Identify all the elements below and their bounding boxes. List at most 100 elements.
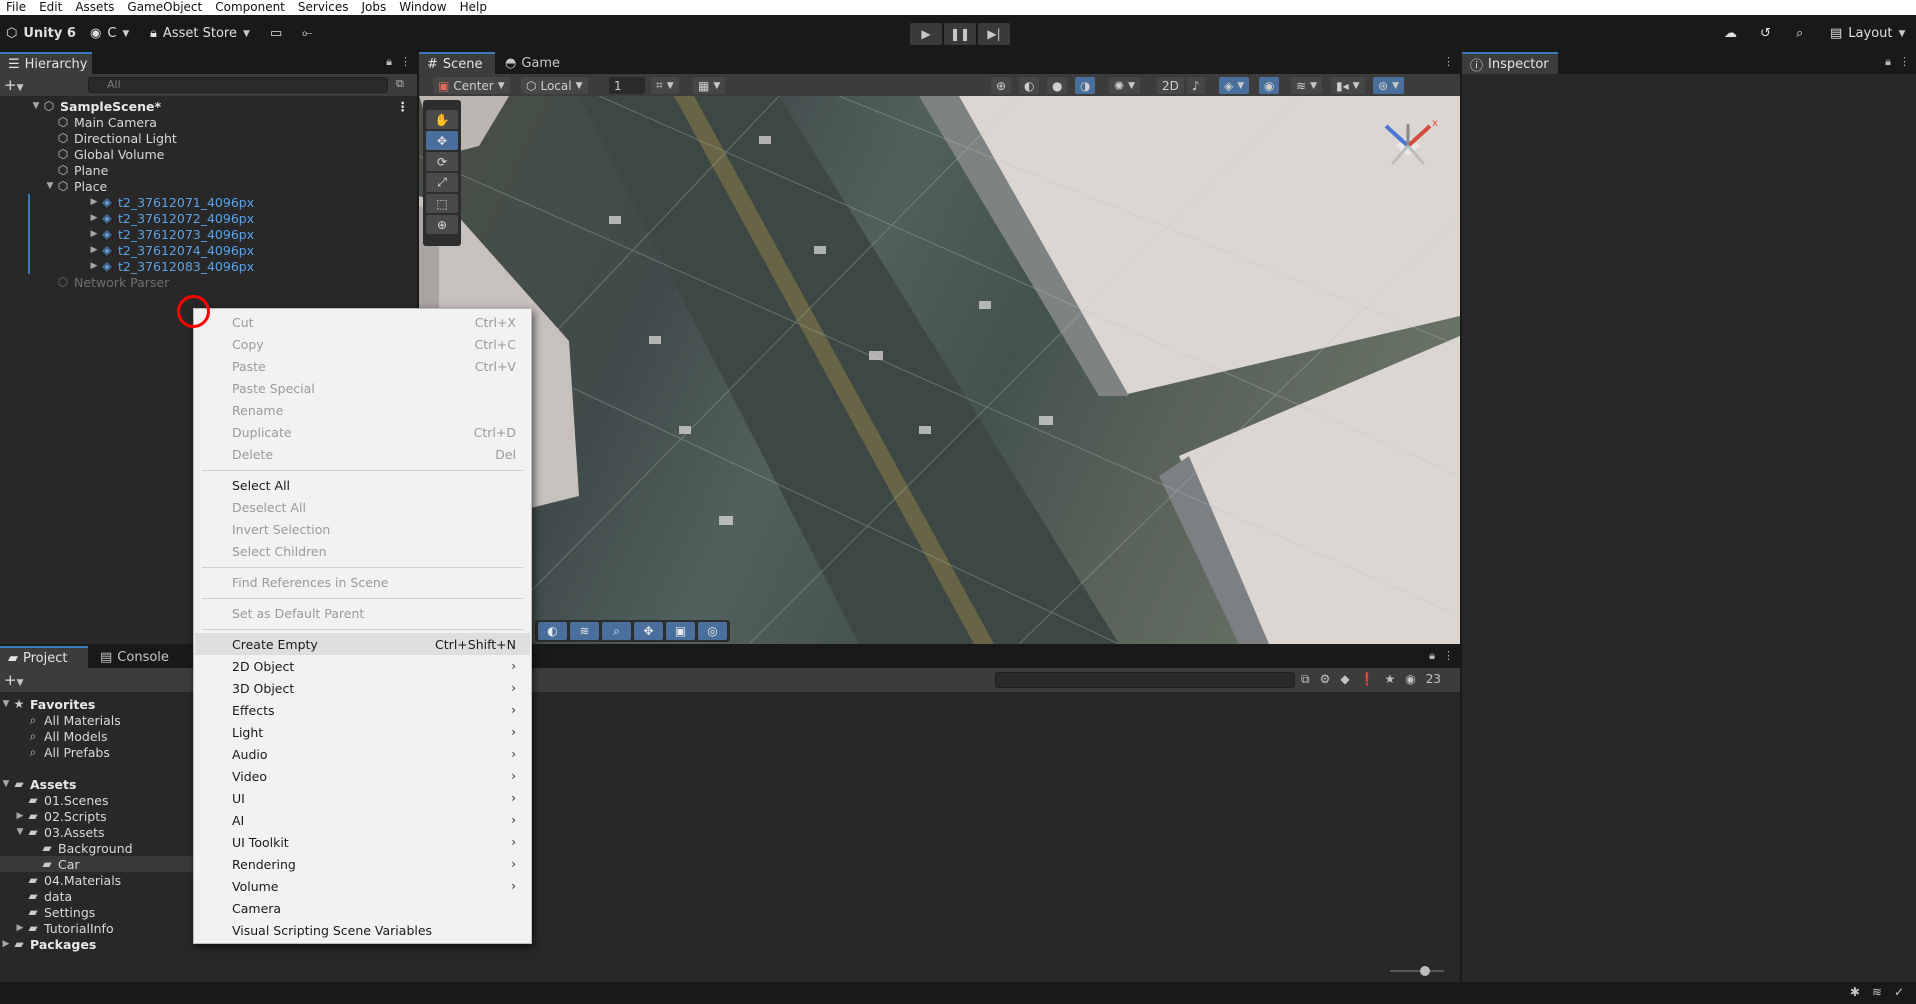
lighting-dropdown[interactable]: ✺ ▼ — [1109, 77, 1140, 94]
compass-icon[interactable]: ◎ — [698, 622, 727, 640]
menu-window[interactable]: Window — [393, 0, 453, 15]
debug-icon[interactable]: ✱ — [1850, 985, 1860, 999]
menu-item-select-all[interactable]: Select All — [195, 474, 530, 496]
orientation-gizmo[interactable]: x — [1368, 106, 1448, 186]
expand-arrow-icon[interactable]: ▶ — [0, 939, 12, 949]
global-shading-icon[interactable]: ⊕ — [991, 77, 1012, 94]
menu-item-ui-toolkit[interactable]: UI Toolkit › — [195, 831, 530, 853]
rotate-tool-icon[interactable]: ⟳ — [426, 152, 458, 171]
list-item[interactable]: ▰ 01.Scenes — [0, 792, 205, 808]
hierarchy-search-input[interactable]: All — [88, 77, 388, 93]
assets-row[interactable]: ▼ ▰ Assets — [0, 776, 205, 792]
packages-row[interactable]: ▶ ▰ Packages — [0, 936, 205, 952]
grid-visibility-dropdown[interactable]: ▦ ▼ — [693, 77, 726, 94]
star-icon[interactable]: ★ — [1385, 672, 1396, 687]
list-item[interactable]: ⌕ All Materials — [0, 712, 205, 728]
visibility-icon[interactable]: ◉ — [1259, 77, 1280, 94]
list-item[interactable]: ▼ ⬡ Place — [0, 178, 417, 194]
menu-item-effects[interactable]: Effects › — [195, 699, 530, 721]
list-item[interactable]: ▰ Car — [0, 856, 205, 872]
gizmos-dropdown[interactable]: ⊛ ▼ — [1373, 77, 1404, 94]
menu-item-volume[interactable]: Volume › — [195, 875, 530, 897]
menu-item-deselect-all[interactable]: Deselect All — [195, 496, 530, 518]
menu-help[interactable]: Help — [454, 0, 494, 15]
wireframe-shading-icon[interactable]: ◐ — [1019, 77, 1040, 94]
shaded-icon[interactable]: ● — [1047, 77, 1068, 94]
menu-item-copy[interactable]: Copy Ctrl+C — [195, 333, 530, 355]
transform-tool-icon[interactable]: ⊕ — [426, 215, 458, 234]
expand-arrow-icon[interactable]: ▶ — [88, 213, 100, 223]
expand-arrow-icon[interactable]: ▼ — [0, 779, 12, 789]
2d-toggle-icon[interactable]: 2D — [1157, 77, 1184, 94]
menu-item-create-empty[interactable]: Create Empty Ctrl+Shift+N — [195, 633, 530, 655]
menu-edit[interactable]: Edit — [33, 0, 69, 15]
snap-grid-dropdown[interactable]: ⌗ ▼ — [651, 77, 679, 94]
menu-item-paste[interactable]: Paste Ctrl+V — [195, 355, 530, 377]
scene-root[interactable]: ▼ ⬡ SampleScene* ⋮ — [0, 98, 417, 114]
projection-label[interactable]: < Persp — [1363, 192, 1410, 206]
expand-arrow-icon[interactable]: ▼ — [0, 699, 12, 709]
menu-item-ui[interactable]: UI › — [195, 787, 530, 809]
menu-file[interactable]: File — [0, 0, 33, 15]
menu-item-video[interactable]: Video › — [195, 765, 530, 787]
pause-button[interactable]: ❚❚ — [944, 23, 976, 45]
more-icon[interactable]: ⋮ — [397, 99, 410, 114]
tab-scene[interactable]: # Scene — [419, 52, 495, 74]
list-item[interactable]: ▶ ◈ t2_37612072_4096px — [28, 210, 417, 226]
more-icon[interactable]: ⋮ — [1443, 649, 1454, 663]
menu-item-ai[interactable]: AI › — [195, 809, 530, 831]
more-icon[interactable]: ⋮ — [1443, 55, 1454, 68]
list-item[interactable]: ▶ ▰ 02.Scripts — [0, 808, 205, 824]
tab-hierarchy[interactable]: ☰ Hierarchy — [0, 52, 92, 74]
check-icon[interactable]: ✓ — [1894, 985, 1904, 999]
grid-size-input[interactable]: 1 — [609, 77, 645, 94]
project-search-input[interactable] — [995, 672, 1295, 688]
list-item[interactable]: ▰ Background — [0, 840, 205, 856]
menu-item-invert-selection[interactable]: Invert Selection — [195, 518, 530, 540]
list-item[interactable]: ▶ ◈ t2_37612074_4096px — [28, 242, 417, 258]
menu-item-3d-object[interactable]: 3D Object › — [195, 677, 530, 699]
search-icon[interactable]: ⌕ — [1796, 23, 1803, 44]
asset-store-dropdown[interactable]: 🔒︎ Asset Store ▼ — [150, 23, 250, 44]
expand-arrow-icon[interactable]: ▼ — [44, 181, 56, 191]
favorites-row[interactable]: ▼ ★ Favorites — [0, 696, 205, 712]
list-item[interactable]: ▶ ◈ t2_37612073_4096px — [28, 226, 417, 242]
drag-handle[interactable] — [426, 102, 458, 108]
more-icon[interactable]: ⋮ — [400, 55, 411, 69]
menu-item-visual-scripting-scene-variables[interactable]: Visual Scripting Scene Variables — [195, 919, 530, 941]
add-dropdown-button[interactable]: +▼ — [4, 76, 24, 94]
unity-version-button[interactable]: ⬡ Unity 6 — [6, 23, 76, 44]
tab-project[interactable]: ▰ Project — [0, 646, 88, 668]
list-item[interactable]: ▼ ▰ 03.Assets — [0, 824, 205, 840]
effects-dropdown[interactable]: ◈ ▼ — [1219, 77, 1250, 94]
move-icon[interactable]: ✥ — [634, 622, 663, 640]
play-button[interactable]: ▶ — [910, 23, 942, 45]
tab-game[interactable]: ◓ Game — [497, 52, 568, 74]
menu-gameobject[interactable]: GameObject — [121, 0, 209, 15]
menu-item-rendering[interactable]: Rendering › — [195, 853, 530, 875]
menu-item-select-children[interactable]: Select Children — [195, 540, 530, 562]
layers-dropdown[interactable]: ≋ ▼ — [1291, 77, 1322, 94]
list-item[interactable]: ⌕ All Prefabs — [0, 744, 205, 760]
menu-item-camera[interactable]: Camera — [195, 897, 530, 919]
expand-arrow-icon[interactable]: ▶ — [88, 197, 100, 207]
eye-icon[interactable]: ◉ — [1405, 672, 1415, 687]
tab-console[interactable]: ▤ Console — [92, 646, 177, 668]
pivot-dropdown[interactable]: ▣ Center ▼ — [433, 77, 510, 94]
menu-assets[interactable]: Assets — [69, 0, 121, 15]
version-control-icon[interactable]: ⟜ — [302, 23, 312, 44]
list-item[interactable]: ▰ 04.Materials — [0, 872, 205, 888]
layers-icon[interactable]: ≋ — [1872, 985, 1882, 999]
menu-item-2d-object[interactable]: 2D Object › — [195, 655, 530, 677]
package-icon[interactable]: ▭ — [270, 23, 282, 44]
list-item[interactable]: ▶ ◈ t2_37612083_4096px — [28, 258, 417, 274]
step-button[interactable]: ▶| — [978, 23, 1010, 45]
scene-viewport[interactable]: ✋ ✥ ⟳ ⤢ ⬚ ⊕ x < Persp ◐ ≋ ⌕ ✥ ▣ ◎ — [419, 96, 1460, 644]
tab-inspector[interactable]: ⓘ Inspector — [1462, 52, 1558, 74]
zoom-slider[interactable] — [1390, 966, 1444, 976]
expand-arrow-icon[interactable]: ▼ — [14, 827, 26, 837]
list-item[interactable]: ▰ data — [0, 888, 205, 904]
more-icon[interactable]: ⋮ — [1899, 55, 1910, 69]
account-dropdown[interactable]: ◉ C ▼ — [90, 23, 129, 44]
zoom-icon[interactable]: ⌕ — [602, 622, 631, 640]
